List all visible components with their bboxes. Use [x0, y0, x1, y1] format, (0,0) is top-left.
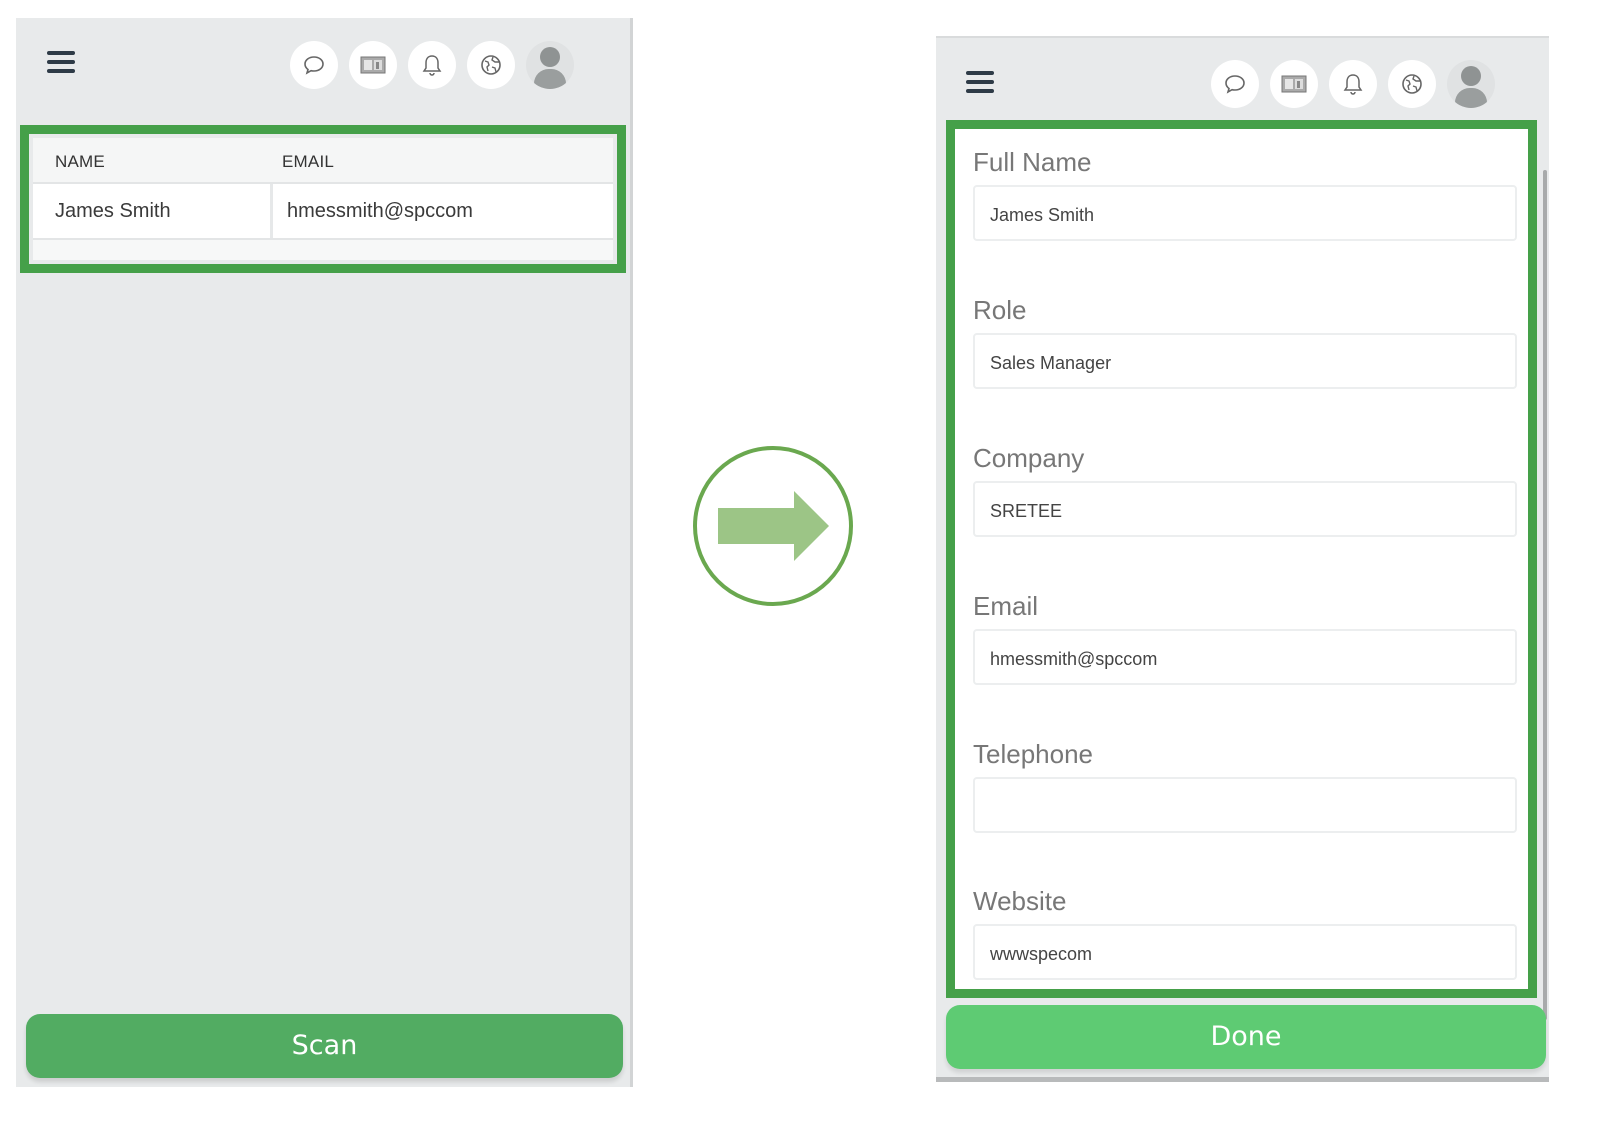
id-card-button[interactable] [349, 41, 397, 89]
bell-icon [1343, 74, 1363, 95]
avatar[interactable] [526, 41, 574, 89]
contact-table-highlight: NAME EMAIL James Smith hmessmith@spccom [20, 125, 626, 273]
table-row[interactable]: James Smith hmessmith@spccom [33, 184, 613, 240]
notifications-button[interactable] [1329, 60, 1377, 108]
globe-icon [481, 55, 501, 75]
contact-table: NAME EMAIL James Smith hmessmith@spccom [33, 138, 613, 260]
chat-icon [304, 56, 324, 75]
table-header: NAME EMAIL [33, 138, 613, 184]
scan-button[interactable]: Scan [26, 1014, 623, 1078]
toolbar-icons [290, 41, 574, 89]
role-input[interactable]: Sales Manager [973, 333, 1517, 389]
language-button[interactable] [1388, 60, 1436, 108]
company-input[interactable]: SRETEE [973, 481, 1517, 537]
column-header-email[interactable]: EMAIL [282, 152, 334, 172]
email-input[interactable]: hmessmith@spccom [973, 629, 1517, 685]
scrollbar[interactable] [1543, 170, 1547, 1020]
id-card-button[interactable] [1270, 60, 1318, 108]
chat-button[interactable] [290, 41, 338, 89]
notifications-button[interactable] [408, 41, 456, 89]
column-header-name[interactable]: NAME [55, 152, 105, 172]
top-bar [16, 18, 630, 118]
field-label: Role [973, 295, 1027, 325]
done-button[interactable]: Done [946, 1005, 1546, 1069]
field-telephone: Telephone [973, 739, 1517, 833]
chat-icon [1225, 75, 1245, 94]
bell-icon [422, 55, 442, 76]
field-label: Full Name [973, 147, 1092, 177]
telephone-input[interactable] [973, 777, 1517, 833]
menu-icon[interactable] [47, 51, 75, 73]
field-label: Telephone [973, 739, 1093, 769]
id-card-icon [1281, 75, 1307, 93]
menu-icon[interactable] [966, 71, 994, 93]
cell-email: hmessmith@spccom [287, 200, 473, 222]
contact-form-highlight: Full Name James Smith Role Sales Manager… [946, 120, 1537, 998]
arrow-right-icon [693, 446, 853, 606]
full-name-input[interactable]: James Smith [973, 185, 1517, 241]
field-full-name: Full Name James Smith [973, 147, 1517, 241]
toolbar-icons [1211, 60, 1495, 108]
avatar[interactable] [1447, 60, 1495, 108]
chat-button[interactable] [1211, 60, 1259, 108]
field-website: Website wwwspecom [973, 886, 1517, 980]
field-role: Role Sales Manager [973, 295, 1517, 389]
contact-form: Full Name James Smith Role Sales Manager… [955, 129, 1528, 989]
field-company: Company SRETEE [973, 443, 1517, 537]
table-screen: NAME EMAIL James Smith hmessmith@spccom … [16, 18, 633, 1087]
field-label: Company [973, 443, 1085, 473]
cell-name: James Smith [55, 200, 171, 222]
column-divider [270, 184, 273, 238]
field-label: Email [973, 591, 1039, 621]
contact-form-screen: Full Name James Smith Role Sales Manager… [936, 36, 1549, 1082]
language-button[interactable] [467, 41, 515, 89]
id-card-icon [360, 56, 386, 74]
website-input[interactable]: wwwspecom [973, 924, 1517, 980]
globe-icon [1402, 74, 1422, 94]
field-email: Email hmessmith@spccom [973, 591, 1517, 685]
field-label: Website [973, 886, 1067, 916]
